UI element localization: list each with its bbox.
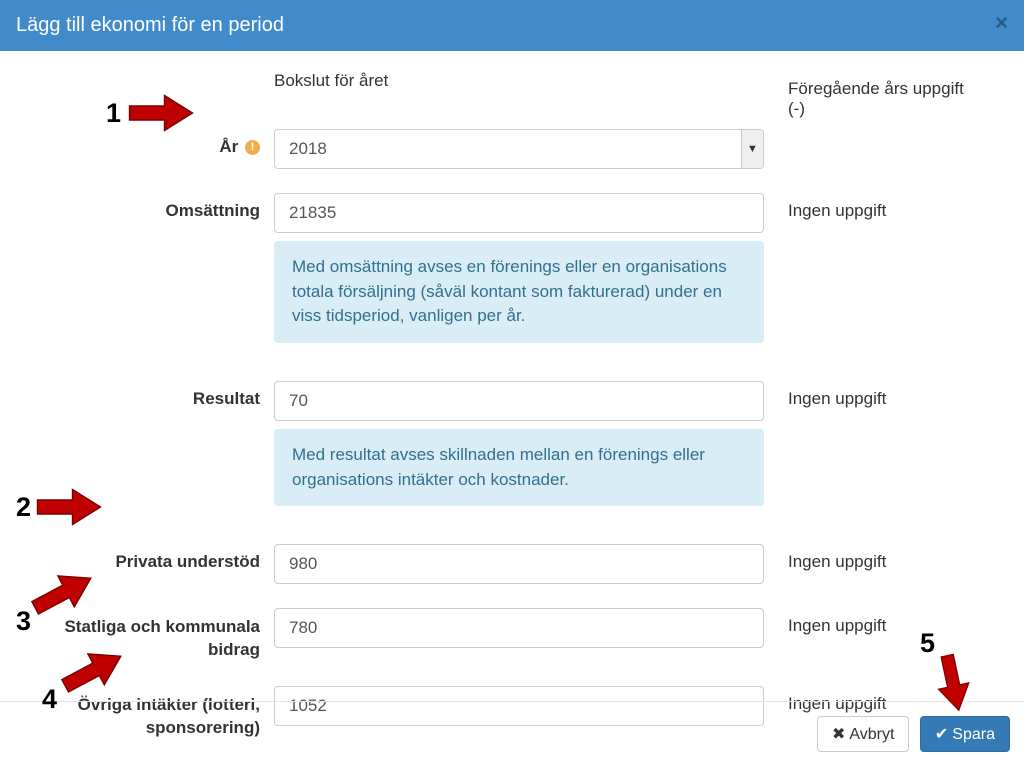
result-prev: Ingen uppgift: [764, 381, 984, 409]
close-icon: ✖: [832, 724, 845, 744]
cancel-button[interactable]: ✖Avbryt: [817, 716, 909, 752]
turnover-prev: Ingen uppgift: [764, 193, 984, 221]
gov-grants-prev: Ingen uppgift: [764, 608, 984, 636]
modal-header: Lägg till ekonomi för en period ×: [0, 0, 1024, 51]
private-support-label: Privata understöd: [24, 544, 274, 572]
close-icon[interactable]: ×: [995, 10, 1008, 36]
private-support-input[interactable]: [274, 544, 764, 584]
year-label: År: [219, 137, 238, 156]
side-column-header: Föregående års uppgift (-): [764, 71, 984, 119]
save-button[interactable]: ✔Spara: [920, 716, 1010, 752]
check-icon: ✔: [935, 724, 948, 744]
gov-grants-input[interactable]: [274, 608, 764, 648]
turnover-label: Omsättning: [24, 193, 274, 221]
modal-body: Bokslut för året Föregående års uppgift …: [0, 51, 1024, 770]
modal-title: Lägg till ekonomi för en period: [16, 14, 1008, 37]
field-column-header: Bokslut för året: [274, 71, 764, 91]
turnover-input[interactable]: [274, 193, 764, 233]
cancel-label: Avbryt: [849, 726, 894, 743]
gov-grants-label: Statliga och kommunala bidrag: [24, 608, 274, 662]
save-label: Spara: [952, 726, 995, 743]
result-help: Med resultat avses skillnaden mellan en …: [274, 429, 764, 506]
result-label: Resultat: [24, 381, 274, 409]
turnover-help: Med omsättning avses en förenings eller …: [274, 241, 764, 343]
result-input[interactable]: [274, 381, 764, 421]
modal-footer: ✖Avbryt ✔Spara: [0, 701, 1024, 766]
private-support-prev: Ingen uppgift: [764, 544, 984, 572]
year-select[interactable]: [274, 129, 764, 169]
warning-icon[interactable]: !: [245, 140, 260, 155]
